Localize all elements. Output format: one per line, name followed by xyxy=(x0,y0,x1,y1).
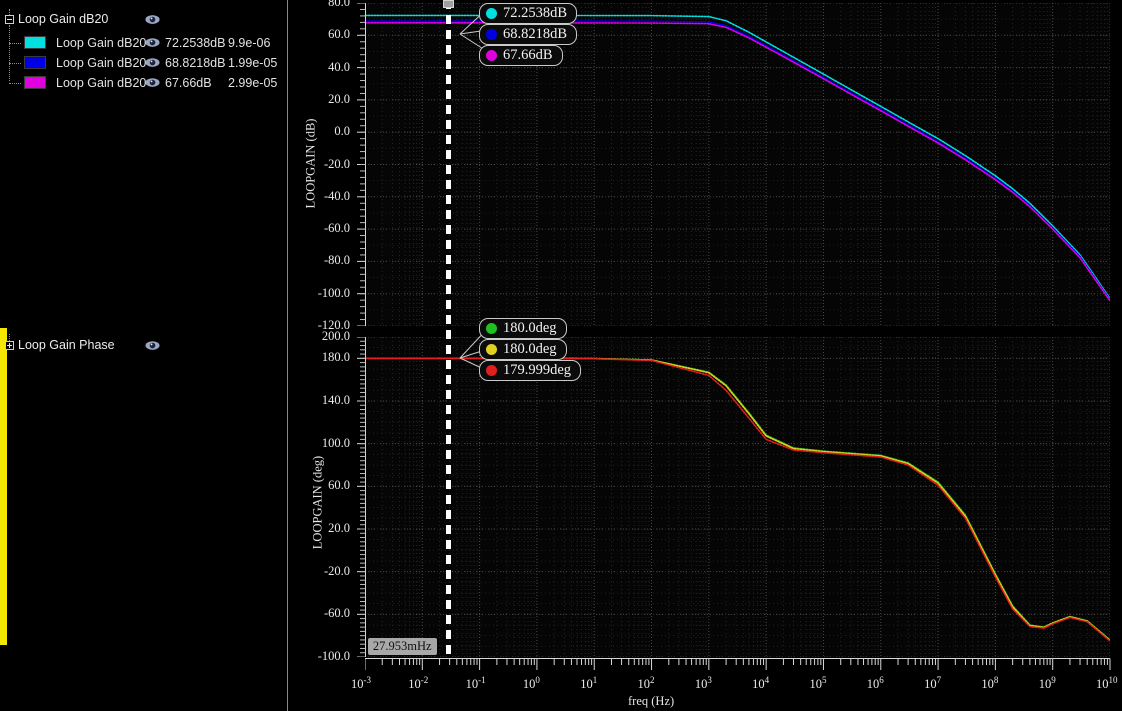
expander-loop-gain-phase[interactable] xyxy=(5,341,14,350)
signal-row[interactable]: Loop Gain dB20 67.66dB 2.99e-05 xyxy=(0,73,288,93)
signal-freq: 2.99e-05 xyxy=(228,76,278,90)
callout-label: 179.999deg xyxy=(503,362,572,378)
signal-name: Loop Gain dB20 xyxy=(56,36,147,50)
x-tick-label: 105 xyxy=(809,675,827,692)
callout-label: 68.8218dB xyxy=(503,26,568,42)
series-dot xyxy=(486,50,497,61)
signal-freq: 9.9e-06 xyxy=(228,36,271,50)
selection-indicator-bar xyxy=(0,328,7,645)
series-dot xyxy=(486,323,497,334)
x-tick-label: 10-3 xyxy=(351,675,371,692)
callout-label: 67.66dB xyxy=(503,47,553,63)
x-tick-label: 101 xyxy=(580,675,598,692)
signal-row[interactable]: Loop Gain dB20 68.8218dB 1.99e-05 xyxy=(0,53,288,73)
x-tick-label: 109 xyxy=(1038,675,1056,692)
x-tick-label: 1010 xyxy=(1096,675,1118,692)
series-color-swatch xyxy=(24,56,46,69)
series-color-swatch xyxy=(24,36,46,49)
x-tick-labels: 10-3 10-2 10-1 100 101 102 103 104 105 106 107 108 1… xyxy=(288,0,1122,711)
x-tick-label: 108 xyxy=(981,675,999,692)
series-dot xyxy=(486,8,497,19)
eye-icon[interactable] xyxy=(145,37,160,48)
cursor-callout-db-3: 67.66dB xyxy=(479,45,563,66)
x-axis-title: freq (Hz) xyxy=(628,694,675,708)
x-tick-label: 104 xyxy=(752,675,770,692)
x-tick-label: 107 xyxy=(924,675,942,692)
signal-name: Loop Gain dB20 xyxy=(56,56,147,70)
callout-label: 72.2538dB xyxy=(503,5,568,21)
cursor-callout-db-2: 68.8218dB xyxy=(479,24,578,45)
signal-row[interactable]: Loop Gain dB20 72.2538dB 9.9e-06 xyxy=(0,33,288,53)
group-title-loop-gain-phase: Loop Gain Phase xyxy=(18,338,115,352)
eye-icon[interactable] xyxy=(145,340,160,351)
x-tick-label: 100 xyxy=(522,675,540,692)
cursor-readout: 27.953mHz xyxy=(367,638,437,655)
series-dot xyxy=(486,365,497,376)
cursor-callout-phase-1: 180.0deg xyxy=(479,318,567,339)
signal-tree-panel: Loop Gain dB20 Loop Gain dB20 72.2538dB … xyxy=(0,0,288,711)
x-tick-label: 10-1 xyxy=(465,675,486,692)
eye-icon[interactable] xyxy=(145,77,160,88)
tree-connector-line xyxy=(9,9,10,15)
signal-freq: 1.99e-05 xyxy=(228,56,278,70)
cursor-callout-phase-3: 179.999deg xyxy=(479,360,582,381)
series-dot xyxy=(486,29,497,40)
tree-connector-line xyxy=(9,43,21,44)
signal-value: 68.8218dB xyxy=(165,56,226,70)
callout-label: 180.0deg xyxy=(503,341,557,357)
eye-icon[interactable] xyxy=(145,57,160,68)
eye-icon[interactable] xyxy=(145,14,160,25)
tree-connector-line xyxy=(9,83,21,84)
x-tick-label: 102 xyxy=(637,675,655,692)
signal-name: Loop Gain dB20 xyxy=(56,76,147,90)
x-tick-label: 106 xyxy=(866,675,884,692)
tree-connector-line xyxy=(9,63,21,64)
tree-connector-line xyxy=(9,334,10,341)
expander-loop-gain-db20[interactable] xyxy=(5,15,14,24)
cursor-callout-phase-2: 180.0deg xyxy=(479,339,567,360)
callout-label: 180.0deg xyxy=(503,320,557,336)
cursor-callout-db-1: 72.2538dB xyxy=(479,3,578,24)
signal-value: 72.2538dB xyxy=(165,36,226,50)
x-tick-label: 10-2 xyxy=(408,675,429,692)
waveform-viewer-window: Loop Gain dB20 Loop Gain dB20 72.2538dB … xyxy=(0,0,1122,711)
group-title-loop-gain-db20: Loop Gain dB20 xyxy=(18,12,109,26)
series-color-swatch xyxy=(24,76,46,89)
plot-area: 80.0 60.0 40.0 20.0 0.0 -20.0 -40.0 -60.0 -80.0-… xyxy=(288,0,1122,711)
x-tick-label: 103 xyxy=(694,675,712,692)
signal-value: 67.66dB xyxy=(165,76,212,90)
series-dot xyxy=(486,344,497,355)
